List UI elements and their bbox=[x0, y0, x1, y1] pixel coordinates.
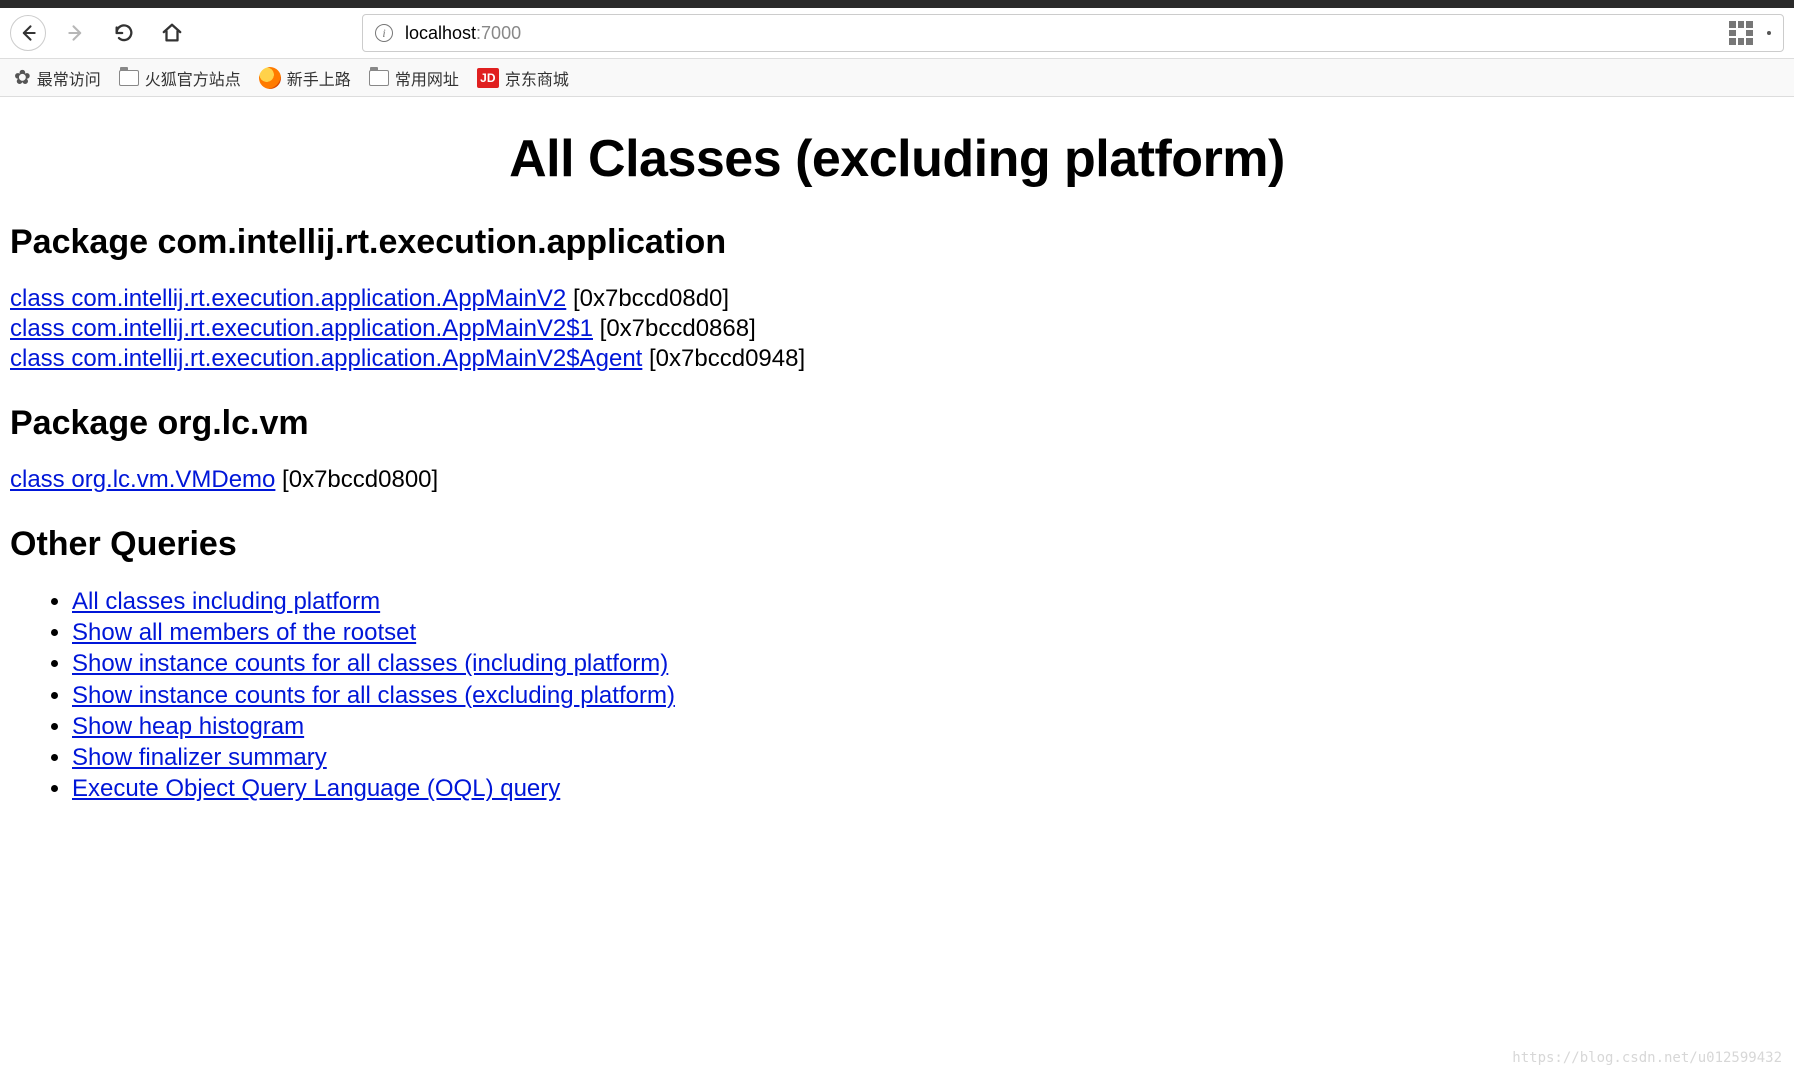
class-entry: class org.lc.vm.VMDemo [0x7bccd0800] bbox=[10, 465, 1784, 495]
other-query-link[interactable]: Show instance counts for all classes (in… bbox=[72, 650, 668, 677]
list-item: Show all members of the rootset bbox=[72, 617, 1784, 648]
qr-icon[interactable] bbox=[1729, 21, 1753, 45]
window-top-dark-strip bbox=[0, 0, 1794, 8]
list-item: Show instance counts for all classes (in… bbox=[72, 648, 1784, 679]
class-address: [0x7bccd0868] bbox=[593, 315, 756, 342]
browser-toolbar: i localhost:7000 bbox=[0, 8, 1794, 59]
forward-button[interactable] bbox=[58, 15, 94, 51]
bookmark-firefox-official[interactable]: 火狐官方站点 bbox=[119, 66, 241, 90]
other-query-link[interactable]: All classes including platform bbox=[72, 588, 380, 615]
class-link[interactable]: class com.intellij.rt.execution.applicat… bbox=[10, 315, 593, 342]
bookmark-common-urls[interactable]: 常用网址 bbox=[369, 66, 459, 90]
url-port: :7000 bbox=[476, 23, 521, 43]
other-query-link[interactable]: Show all members of the rootset bbox=[72, 619, 416, 646]
other-queries-list: All classes including platform Show all m… bbox=[72, 586, 1784, 804]
bookmark-jd[interactable]: JD 京东商城 bbox=[477, 66, 569, 90]
jd-icon: JD bbox=[477, 68, 499, 88]
reload-button[interactable] bbox=[106, 15, 142, 51]
other-query-link[interactable]: Show finalizer summary bbox=[72, 744, 327, 771]
folder-icon bbox=[369, 70, 389, 86]
url-host: localhost bbox=[405, 23, 476, 43]
more-icon[interactable] bbox=[1767, 31, 1771, 35]
package-heading: Package com.intellij.rt.execution.applic… bbox=[10, 223, 1784, 262]
info-icon[interactable]: i bbox=[375, 24, 393, 42]
class-entry: class com.intellij.rt.execution.applicat… bbox=[10, 284, 1784, 314]
arrow-right-icon bbox=[66, 23, 86, 43]
bookmark-getting-started[interactable]: 新手上路 bbox=[259, 66, 351, 90]
class-entry: class com.intellij.rt.execution.applicat… bbox=[10, 344, 1784, 374]
list-item: Show heap histogram bbox=[72, 711, 1784, 742]
list-item: All classes including platform bbox=[72, 586, 1784, 617]
home-button[interactable] bbox=[154, 15, 190, 51]
url-text: localhost:7000 bbox=[405, 23, 521, 44]
back-button[interactable] bbox=[10, 15, 46, 51]
address-bar[interactable]: i localhost:7000 bbox=[362, 14, 1784, 52]
url-right-icons bbox=[1729, 21, 1771, 45]
bookmark-label: 新手上路 bbox=[287, 66, 351, 90]
bookmark-label: 常用网址 bbox=[395, 66, 459, 90]
page-content: All Classes (excluding platform) Package… bbox=[0, 97, 1794, 834]
folder-icon bbox=[119, 70, 139, 86]
other-query-link[interactable]: Execute Object Query Language (OQL) quer… bbox=[72, 775, 560, 802]
class-address: [0x7bccd0800] bbox=[275, 466, 438, 493]
other-queries-heading: Other Queries bbox=[10, 525, 1784, 564]
bookmark-most-visited[interactable]: ✿ 最常访问 bbox=[14, 65, 101, 90]
list-item: Execute Object Query Language (OQL) quer… bbox=[72, 773, 1784, 804]
bookmark-label: 最常访问 bbox=[37, 66, 101, 90]
class-link[interactable]: class com.intellij.rt.execution.applicat… bbox=[10, 345, 642, 372]
other-query-link[interactable]: Show instance counts for all classes (ex… bbox=[72, 682, 675, 709]
class-address: [0x7bccd08d0] bbox=[566, 285, 729, 312]
class-link[interactable]: class com.intellij.rt.execution.applicat… bbox=[10, 285, 566, 312]
bookmark-label: 火狐官方站点 bbox=[145, 66, 241, 90]
bookmarks-bar: ✿ 最常访问 火狐官方站点 新手上路 常用网址 JD 京东商城 bbox=[0, 59, 1794, 97]
reload-icon bbox=[113, 22, 135, 44]
list-item: Show instance counts for all classes (ex… bbox=[72, 680, 1784, 711]
gear-icon: ✿ bbox=[14, 65, 31, 90]
arrow-left-icon bbox=[18, 23, 38, 43]
class-entry: class com.intellij.rt.execution.applicat… bbox=[10, 314, 1784, 344]
class-address: [0x7bccd0948] bbox=[642, 345, 805, 372]
package-heading: Package org.lc.vm bbox=[10, 404, 1784, 443]
bookmark-label: 京东商城 bbox=[505, 66, 569, 90]
watermark: https://blog.csdn.net/u012599432 bbox=[1512, 1050, 1782, 1066]
firefox-icon bbox=[259, 67, 281, 89]
page-title: All Classes (excluding platform) bbox=[10, 129, 1784, 189]
other-query-link[interactable]: Show heap histogram bbox=[72, 713, 304, 740]
list-item: Show finalizer summary bbox=[72, 742, 1784, 773]
home-icon bbox=[161, 22, 183, 44]
class-link[interactable]: class org.lc.vm.VMDemo bbox=[10, 466, 275, 493]
